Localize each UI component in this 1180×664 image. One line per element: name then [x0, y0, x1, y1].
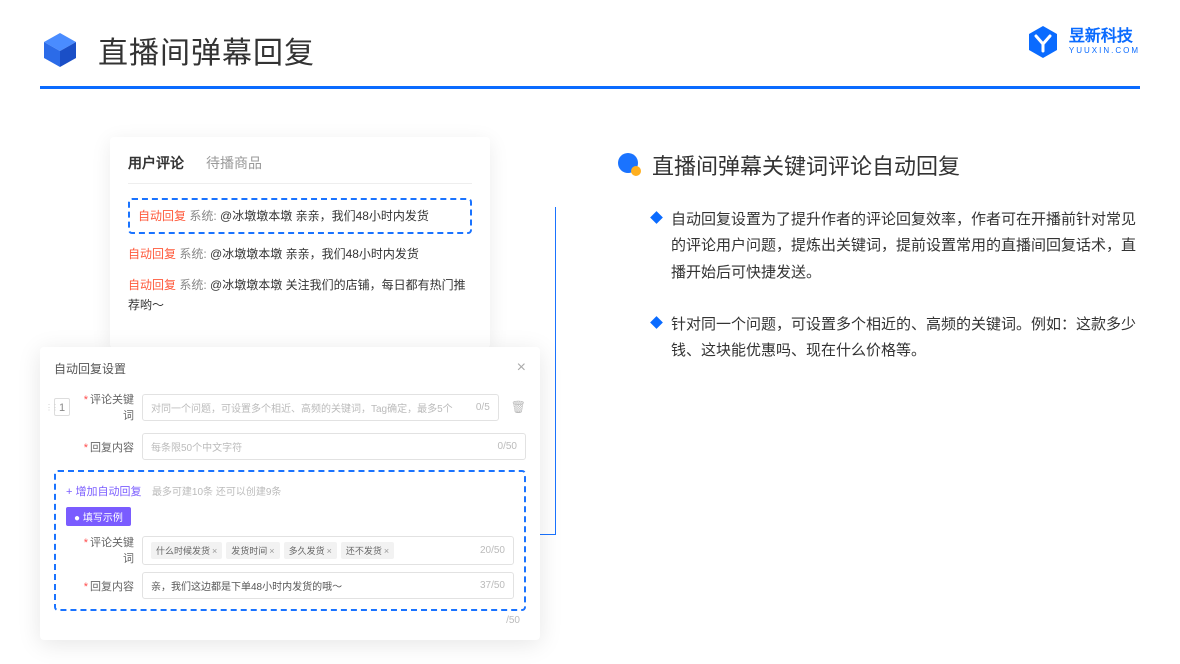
cube-logo-icon — [40, 30, 80, 70]
bullet-item: 自动回复设置为了提升作者的评论回复效率，作者可在开播前针对常见的评论用户问题，提… — [616, 207, 1140, 286]
tab-user-comments[interactable]: 用户评论 — [128, 153, 184, 183]
delete-icon[interactable]: 🗑 — [511, 400, 526, 414]
settings-title: 自动回复设置 — [54, 360, 126, 377]
comment-row: 自动回复 系统: @冰墩墩本墩 关注我们的店铺，每日都有热门推荐哟～ — [128, 275, 472, 316]
comment-row: 自动回复 系统: @冰墩墩本墩 亲亲，我们48小时内发货 — [128, 244, 472, 264]
screenshot-panel: 用户评论 待播商品 自动回复 系统: @冰墩墩本墩 亲亲，我们48小时内发货 自… — [40, 137, 560, 390]
section-title: 直播间弹幕关键词评论自动回复 — [652, 149, 960, 181]
example-reply-input[interactable]: 亲，我们这边都是下单48小时内发货的哦～ 37/50 — [142, 572, 514, 599]
add-reply-link[interactable]: + 增加自动回复 — [66, 483, 141, 499]
example-keyword-input[interactable]: 什么时候发货 发货时间 多久发货 还不发货 20/50 — [142, 536, 514, 565]
description-panel: 直播间弹幕关键词评论自动回复 自动回复设置为了提升作者的评论回复效率，作者可在开… — [616, 137, 1140, 390]
settings-card: 自动回复设置 × 1 *评论关键词 对同一个问题，可设置多个相近、高频的关键词，… — [40, 347, 540, 640]
bullet-item: 针对同一个问题，可设置多个相近的、高频的关键词。例如：这款多少钱、这块能优惠吗、… — [616, 312, 1140, 365]
brand: 昱新科技 YUUXIN.COM — [1025, 24, 1140, 60]
header: 直播间弹幕回复 昱新科技 YUUXIN.COM — [0, 0, 1180, 72]
example-highlight: + 增加自动回复 最多可建10条 还可以创建9条 ● 填写示例 *评论关键词 什… — [54, 470, 526, 611]
close-icon[interactable]: × — [517, 359, 526, 377]
tabs: 用户评论 待播商品 — [128, 153, 472, 184]
brand-name-en: YUUXIN.COM — [1069, 47, 1140, 55]
example-badge: ● 填写示例 — [66, 507, 131, 526]
bubble-icon — [616, 152, 642, 178]
bottom-count: /50 — [54, 611, 526, 626]
brand-name-cn: 昱新科技 — [1069, 29, 1140, 45]
highlighted-comment: 自动回复 系统: @冰墩墩本墩 亲亲，我们48小时内发货 — [128, 198, 472, 234]
auto-reply-tag: 自动回复 — [138, 209, 186, 223]
brand-logo-icon — [1025, 24, 1061, 60]
keyword-input[interactable]: 对同一个问题，可设置多个相近、高频的关键词，Tag确定，最多5个 0/5 — [142, 394, 499, 421]
comments-card: 用户评论 待播商品 自动回复 系统: @冰墩墩本墩 亲亲，我们48小时内发货 自… — [110, 137, 490, 348]
tab-products[interactable]: 待播商品 — [206, 153, 262, 183]
diamond-icon — [650, 211, 663, 224]
reply-input[interactable]: 每条限50个中文字符 0/50 — [142, 433, 526, 460]
page-title: 直播间弹幕回复 — [98, 28, 315, 72]
diamond-icon — [650, 316, 663, 329]
row-number: 1 — [54, 398, 70, 416]
